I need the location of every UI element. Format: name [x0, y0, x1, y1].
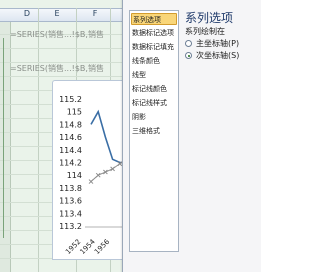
- nav-item[interactable]: 系列选项: [131, 13, 177, 25]
- grid-row-line: [0, 76, 122, 77]
- data-marker[interactable]: [95, 172, 101, 178]
- column-header-e[interactable]: E: [42, 8, 72, 20]
- nav-item[interactable]: 数据标记选项: [131, 27, 177, 39]
- panel-title: 系列选项: [185, 11, 234, 25]
- nav-item[interactable]: 数据标记填充: [131, 41, 177, 53]
- grid-row-line: [0, 48, 122, 49]
- data-marker[interactable]: [110, 166, 115, 172]
- secondary-axis-label: 次坐标轴(S): [196, 51, 240, 60]
- primary-axis-radio[interactable]: [185, 40, 192, 47]
- y-tick-label: 115: [67, 108, 82, 117]
- series-line[interactable]: [90, 109, 123, 164]
- format-series-dialog: 系列选项 数据标记选项 数据标记填充 线条颜色 线型 标记线颜色 标记线样式 阴影 三维格式 系…: [122, 0, 261, 272]
- primary-axis-option[interactable]: 主坐标轴(P): [185, 38, 239, 49]
- nav-item[interactable]: 线型: [131, 69, 177, 81]
- nav-item[interactable]: 阴影: [131, 111, 177, 123]
- chart-plot: 115.2 115 114.8 114.6 114.4 114.2 114 113.8 113.…: [59, 95, 123, 256]
- secondary-axis-radio[interactable]: [185, 52, 192, 59]
- grid-row-line: [0, 62, 122, 63]
- line-chart[interactable]: 115.2 115 114.8 114.6 114.4 114.2 114 113.8 113.…: [52, 80, 123, 260]
- data-marker[interactable]: [88, 179, 94, 184]
- dialog-nav-list: 系列选项数据标记选项 数据标记填充 线条颜色线型标记线颜色标记线样式阴影三维格式: [129, 10, 179, 252]
- x-tick-label: 1954: [79, 237, 98, 256]
- nav-item[interactable]: 标记线颜色: [131, 83, 177, 95]
- x-tick-label: 1956: [93, 237, 112, 256]
- x-tick-label: 1952: [64, 238, 82, 256]
- nav-item[interactable]: 三维格式: [131, 125, 177, 137]
- y-tick-label: 114.2: [59, 159, 82, 168]
- series-formula-text: =SERIES(销售...!$B,销售: [10, 30, 104, 39]
- series-formula-text: =SERIES(销售...!$B,销售: [10, 64, 104, 73]
- nav-item[interactable]: 线条颜色: [131, 55, 177, 67]
- nav-item[interactable]: 标记线样式: [131, 97, 177, 109]
- y-tick-label: 115.2: [59, 95, 82, 104]
- y-tick-label: 113.2: [59, 222, 82, 231]
- primary-axis-label: 主坐标轴(P): [196, 39, 240, 48]
- column-header-f[interactable]: F: [80, 8, 110, 20]
- y-tick-label: 114.8: [59, 120, 82, 129]
- plot-series-on-label: 系列绘制在: [185, 27, 225, 36]
- y-tick-label: 114.6: [59, 133, 82, 142]
- data-marker[interactable]: [103, 169, 108, 175]
- y-tick-label: 113.4: [59, 209, 82, 218]
- y-tick-label: 113.6: [59, 197, 82, 206]
- selection-handle[interactable]: [3, 38, 8, 238]
- y-tick-label: 113.8: [59, 184, 82, 193]
- y-tick-label: 114: [67, 171, 82, 180]
- y-tick-label: 114.4: [59, 146, 82, 155]
- secondary-axis-option[interactable]: 次坐标轴(S): [185, 50, 239, 61]
